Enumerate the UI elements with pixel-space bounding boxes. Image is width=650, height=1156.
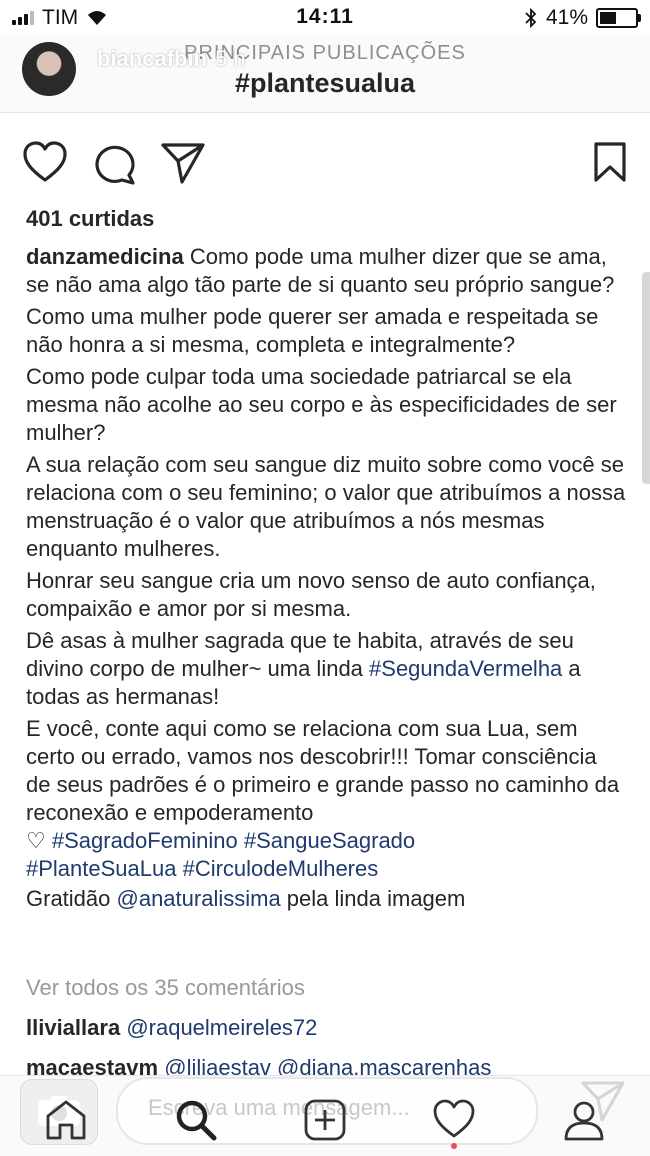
hashtag-link[interactable]: #SangueSagrado [244,828,415,853]
status-right: 41% [524,6,641,30]
status-bar: TIM 14:11 41% [0,0,650,36]
profile-icon[interactable] [562,1098,606,1142]
hashtag-link[interactable]: #SegundaVermelha [369,656,562,681]
caption-paragraph: A sua relação com seu sangue diz muito s… [26,452,626,561]
page-title: #plantesualua [234,68,416,98]
caption-paragraph: Gratidão @anaturalissima pela linda imag… [26,885,626,913]
mention-link[interactable]: @anaturalissima [117,886,281,911]
scrollbar[interactable] [642,272,650,484]
mention-link[interactable]: @raquelmeireles72 [126,1015,317,1040]
add-post-icon[interactable] [303,1098,347,1142]
caption-text: pela linda imagem [280,886,466,911]
bookmark-icon[interactable] [587,140,633,186]
search-icon[interactable] [174,1098,218,1142]
caption-text: Gratidão [26,886,117,911]
comment-row: lliviallara @raquelmeireles72 [26,1015,317,1041]
post-caption: danzamedicina Como pode uma mulher dizer… [26,243,626,917]
hashtag-link[interactable]: #PlanteSuaLua [26,856,176,881]
heart-glyph: ♡ [26,828,46,853]
caption-paragraph: Honrar seu sangue cria um novo senso de … [26,568,596,621]
caption-paragraph: Como pode culpar toda uma sociedade patr… [26,364,617,445]
caption-paragraph: Como uma mulher pode querer ser amada e … [26,304,599,357]
view-all-comments-link[interactable]: Ver todos os 35 comentários [26,975,305,1001]
caption-author[interactable]: danzamedicina [26,244,184,269]
post-actions [0,140,650,190]
story-header: PRINCIPAIS PUBLICAÇÕES biancafbin 5 h #pl… [0,36,650,113]
heart-icon[interactable] [22,140,68,186]
home-icon[interactable] [44,1098,88,1142]
bluetooth-icon [525,8,537,28]
bottom-bar: Escreva uma mensagem... [0,1075,650,1156]
hashtag-link[interactable]: #CirculodeMulheres [183,856,379,881]
like-count[interactable]: 401 curtidas [26,206,154,232]
caption-paragraph: E você, conte aqui como se relaciona com… [26,715,626,883]
paper-plane-icon[interactable] [160,140,206,186]
battery-percent: 41% [545,6,588,29]
caption-paragraph: Dê asas à mulher sagrada que te habita, … [26,627,626,711]
activity-heart-icon[interactable] [432,1098,476,1142]
comment-username[interactable]: lliviallara [26,1015,120,1040]
caption-text: E você, conte aqui como se relaciona com… [26,716,620,825]
battery-icon [596,8,641,28]
hashtag-link[interactable]: #SagradoFeminino [52,828,238,853]
notification-dot [451,1143,457,1149]
caption-paragraph: danzamedicina Como pode uma mulher dizer… [26,243,626,299]
comment-icon[interactable] [92,140,138,186]
